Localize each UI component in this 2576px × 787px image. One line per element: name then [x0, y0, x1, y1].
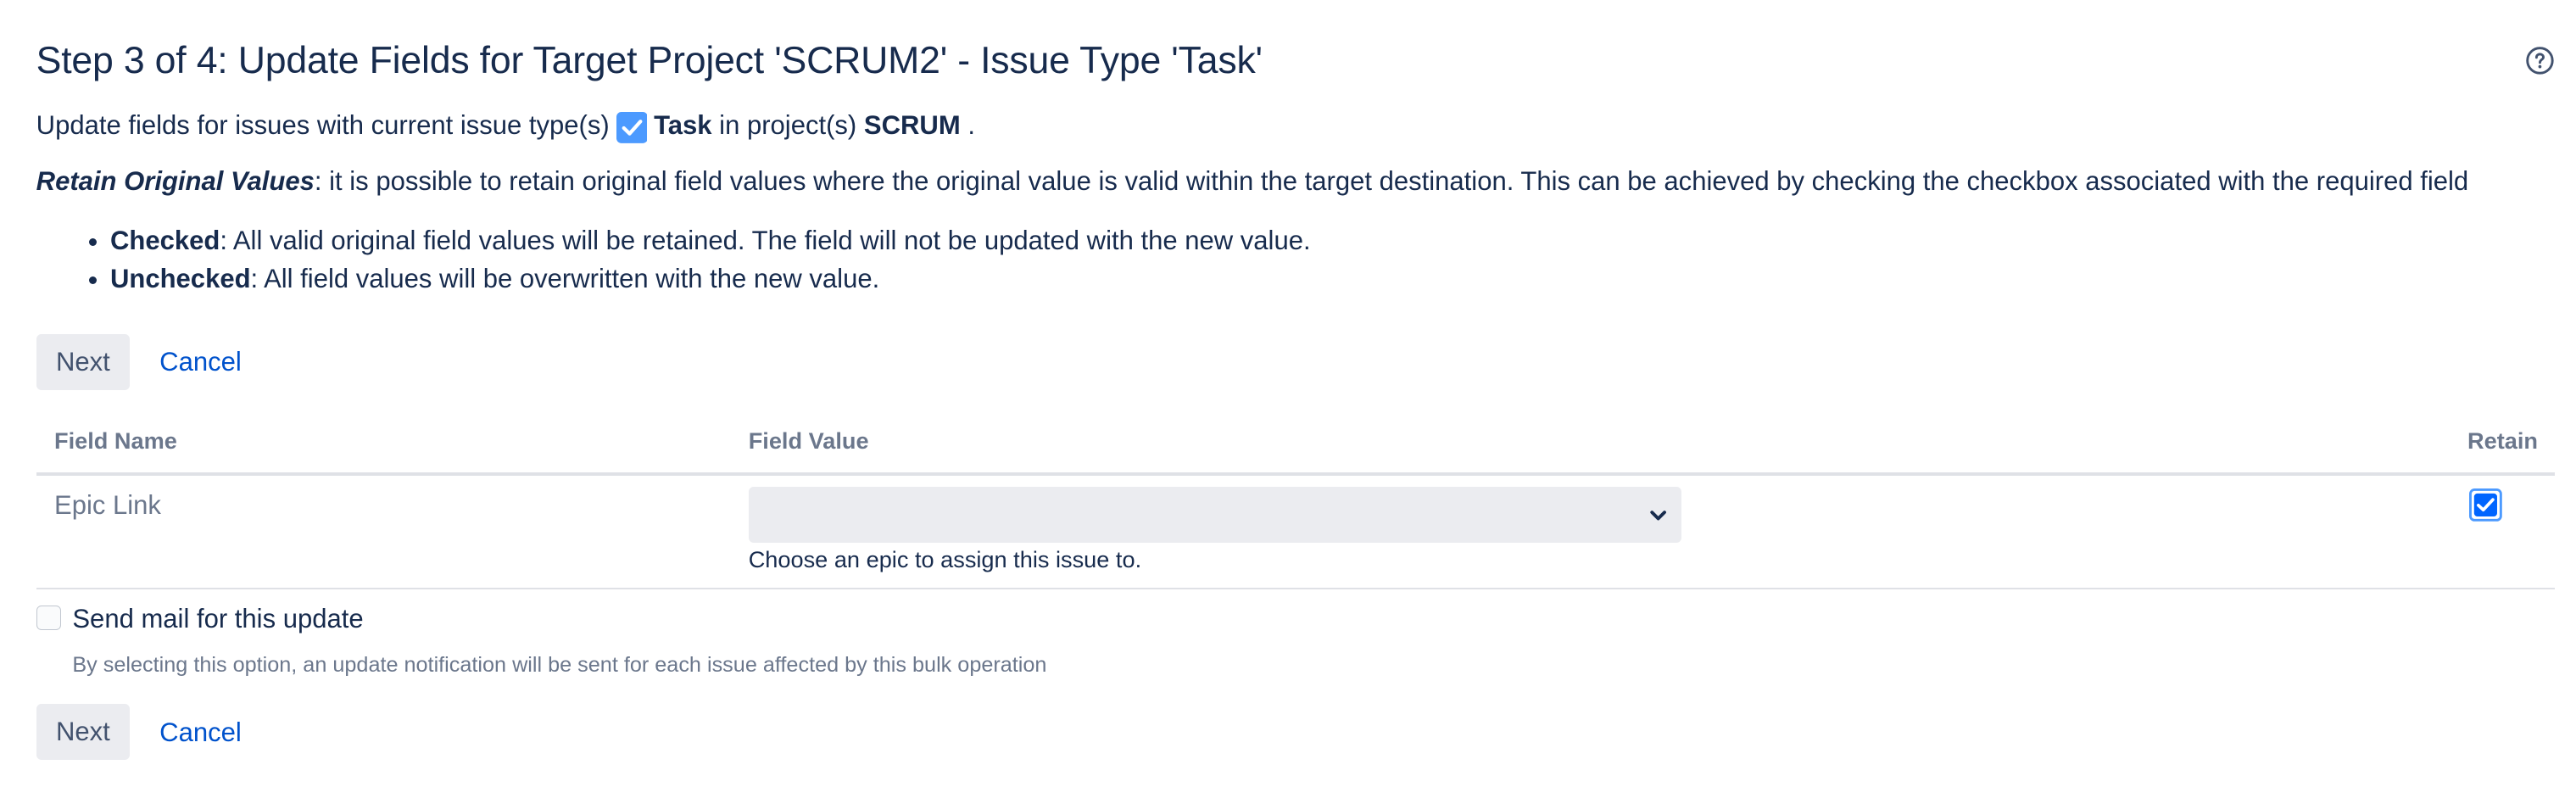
retain-original-values-info: Retain Original Values: it is possible t… [36, 166, 2469, 197]
bullet-text: : All valid original field values will b… [220, 225, 1311, 255]
cancel-link-bottom[interactable]: Cancel [159, 717, 242, 748]
description-suffix: . [967, 110, 975, 141]
retain-options-list: Checked: All valid original field values… [74, 222, 1311, 299]
list-item: Checked: All valid original field values… [110, 222, 1311, 260]
column-header-retain: Retain [2467, 427, 2538, 455]
column-header-field-name: Field Name [54, 427, 177, 455]
retain-checkbox[interactable] [2468, 488, 2502, 522]
list-item: Unchecked: All field values will be over… [110, 260, 1311, 299]
page-title: Step 3 of 4: Update Fields for Target Pr… [36, 39, 1263, 81]
description-middle: in project(s) [719, 110, 857, 141]
send-mail-label[interactable]: Send mail for this update [72, 604, 363, 634]
table-row-divider [36, 587, 2555, 589]
retain-original-values-text: : it is possible to retain original fiel… [314, 165, 2469, 196]
bullet-term: Checked [109, 225, 220, 255]
field-name-epic-link: Epic Link [54, 490, 161, 521]
epic-link-description: Choose an epic to assign this issue to. [748, 546, 1142, 573]
table-header-divider [36, 472, 2555, 476]
chevron-down-icon [1650, 510, 1666, 521]
retain-original-values-label: Retain Original Values [36, 165, 315, 196]
next-button-bottom[interactable]: Next [36, 704, 131, 761]
epic-link-select[interactable] [748, 487, 1681, 544]
send-mail-description: By selecting this option, an update noti… [72, 653, 1047, 678]
next-button-top[interactable]: Next [36, 333, 131, 390]
question-circle-icon[interactable] [2525, 46, 2555, 75]
column-header-field-value: Field Value [748, 427, 869, 455]
issue-type-description: Update fields for issues with current is… [36, 110, 975, 143]
cancel-link-top[interactable]: Cancel [159, 347, 242, 377]
project-name: SCRUM [863, 110, 961, 141]
send-mail-checkbox[interactable] [36, 605, 61, 631]
root: Step 3 of 4: Update Fields for Target Pr… [0, 0, 2576, 787]
bulk-edit-page: Step 3 of 4: Update Fields for Target Pr… [0, 0, 2576, 786]
bullet-term: Unchecked [109, 263, 251, 293]
description-prefix: Update fields for issues with current is… [36, 110, 610, 141]
task-checkbox-icon [616, 111, 648, 143]
issue-type-name: Task [654, 110, 712, 141]
bullet-text: : All field values will be overwritten w… [250, 263, 880, 293]
